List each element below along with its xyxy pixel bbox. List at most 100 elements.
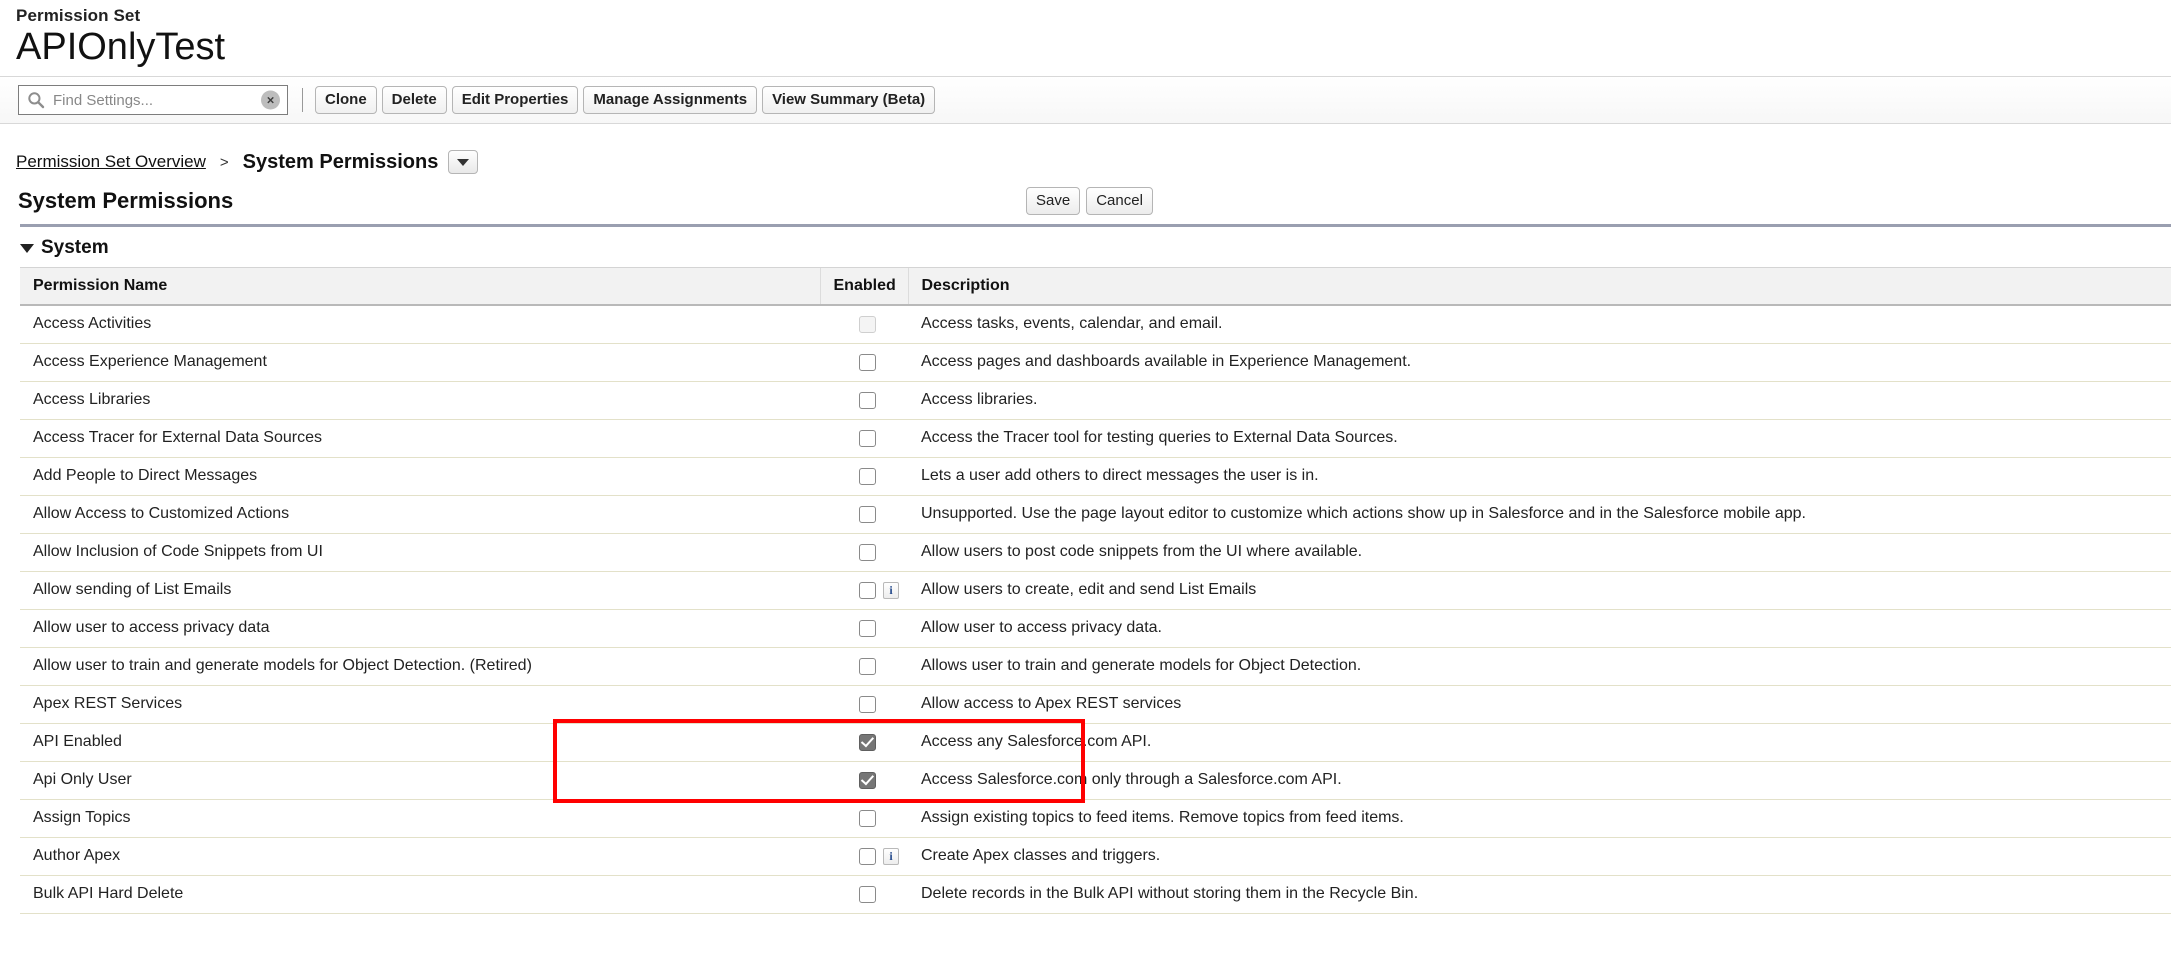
triangle-down-icon[interactable]: [20, 243, 34, 253]
group-label: System: [41, 237, 109, 258]
checkbox-group: [833, 695, 908, 713]
permission-name-cell: Apex REST Services: [20, 685, 820, 724]
enabled-cell: [820, 419, 908, 458]
description-cell: Unsupported. Use the page layout editor …: [908, 495, 2171, 534]
col-permission-name: Permission Name: [20, 267, 820, 306]
description-cell: Allow users to post code snippets from t…: [908, 533, 2171, 572]
permission-checkbox[interactable]: [859, 847, 876, 865]
info-icon[interactable]: i: [883, 581, 899, 599]
table-head: Permission Name Enabled Description: [20, 267, 2171, 306]
permission-checkbox[interactable]: [859, 543, 876, 561]
table-row: Allow user to access privacy data Allow u…: [20, 609, 2171, 648]
description-cell: Access pages and dashboards available in…: [908, 343, 2171, 382]
description-cell: Access libraries.: [908, 381, 2171, 420]
table-row: Access Tracer for External Data Sources A…: [20, 419, 2171, 458]
permission-name-cell: Allow user to access privacy data: [20, 609, 820, 648]
checkbox-group: [833, 429, 908, 447]
checkbox-group: [833, 505, 908, 523]
enabled-cell: [820, 533, 908, 572]
enabled-cell: [820, 723, 908, 762]
permission-checkbox[interactable]: [859, 733, 876, 751]
breadcrumb-separator: >: [219, 153, 229, 171]
table-row: Access Experience Management Access pages…: [20, 343, 2171, 382]
enabled-cell: [820, 305, 908, 344]
permission-name-cell: API Enabled: [20, 723, 820, 762]
table-row: API Enabled Access any Salesforce.com API…: [20, 723, 2171, 762]
permission-name-cell: Author Apex: [20, 837, 820, 876]
description-cell: Allow user to access privacy data.: [908, 609, 2171, 648]
section-bar: System Permissions Save Cancel: [0, 180, 2171, 224]
enabled-cell: [820, 761, 908, 800]
clone-button[interactable]: Clone: [315, 86, 377, 114]
breadcrumb-current: System Permissions: [242, 150, 439, 173]
table-row: Allow Inclusion of Code Snippets from UI…: [20, 533, 2171, 572]
permission-name-cell: Allow user to train and generate models …: [20, 647, 820, 686]
permission-name-cell: Access Activities: [20, 305, 820, 344]
permission-checkbox[interactable]: [859, 353, 876, 371]
breadcrumb-dropdown-button[interactable]: [448, 150, 479, 174]
search-input[interactable]: [51, 90, 251, 110]
description-cell: Access the Tracer tool for testing queri…: [908, 419, 2171, 458]
description-cell: Access any Salesforce.com API.: [908, 723, 2171, 762]
clear-search-icon[interactable]: ×: [261, 90, 280, 110]
permission-name-cell: Access Experience Management: [20, 343, 820, 382]
enabled-cell: [820, 799, 908, 838]
page-title: APIOnlyTest: [16, 26, 226, 68]
permission-checkbox[interactable]: [859, 695, 876, 713]
checkbox-group: i: [833, 581, 908, 599]
enabled-cell: [820, 495, 908, 534]
checkbox-group: [833, 391, 908, 409]
save-button[interactable]: Save: [1026, 187, 1081, 215]
col-description: Description: [907, 267, 2171, 306]
permission-name-cell: Allow Access to Customized Actions: [20, 495, 820, 534]
table-row: Access Activities Access tasks, events, c…: [20, 305, 2171, 344]
permission-checkbox[interactable]: [859, 391, 876, 409]
permission-name-cell: Assign Topics: [20, 799, 820, 838]
breadcrumb-permission-set-overview[interactable]: Permission Set Overview: [16, 152, 206, 172]
permission-checkbox[interactable]: [859, 467, 876, 485]
toolbar: × Clone Delete Edit Properties Manage As…: [0, 76, 2171, 124]
enabled-cell: [820, 343, 908, 382]
permission-checkbox[interactable]: [859, 657, 876, 675]
checkbox-group: [833, 657, 908, 675]
checkbox-group: [833, 467, 908, 485]
table-row: Api Only User Access Salesforce.com only …: [20, 761, 2171, 800]
permission-checkbox[interactable]: [859, 619, 876, 637]
view-summary-beta-button[interactable]: View Summary (Beta): [762, 86, 936, 114]
description-cell: Assign existing topics to feed items. Re…: [908, 799, 2171, 838]
permissions-table: Permission Name Enabled Description Acce…: [20, 267, 2171, 914]
description-cell: Access Salesforce.com only through a Sal…: [908, 761, 2171, 800]
description-cell: Allow users to create, edit and send Lis…: [908, 571, 2171, 610]
delete-button[interactable]: Delete: [381, 86, 447, 114]
description-cell: Delete records in the Bulk API without s…: [908, 875, 2171, 914]
checkbox-group: [833, 885, 908, 903]
table-body: Access Activities Access tasks, events, c…: [20, 305, 2171, 914]
table-row: Bulk API Hard Delete Delete records in th…: [20, 875, 2171, 914]
group-system[interactable]: System: [0, 227, 2171, 267]
col-enabled: Enabled: [819, 267, 908, 306]
permission-checkbox[interactable]: [859, 429, 876, 447]
permission-checkbox[interactable]: [859, 885, 876, 903]
table-row: Assign Topics Assign existing topics to f…: [20, 799, 2171, 838]
checkbox-group: [833, 809, 908, 827]
checkbox-group: [833, 353, 908, 371]
enabled-cell: [820, 381, 908, 420]
info-icon[interactable]: i: [883, 847, 899, 865]
cancel-button[interactable]: Cancel: [1086, 187, 1153, 215]
enabled-cell: [820, 457, 908, 496]
description-cell: Allows user to train and generate models…: [908, 647, 2171, 686]
edit-properties-button[interactable]: Edit Properties: [451, 86, 579, 114]
permission-checkbox[interactable]: [859, 809, 876, 827]
permission-name-cell: Bulk API Hard Delete: [20, 875, 820, 914]
find-settings-box[interactable]: ×: [18, 85, 288, 115]
checkbox-group: [833, 315, 908, 333]
permission-checkbox[interactable]: [859, 771, 876, 789]
table-row: Allow sending of List Emails i Allow users…: [20, 571, 2171, 610]
table-row: Author Apex i Create Apex classes and trig…: [20, 837, 2171, 876]
table-row: Allow Access to Customized Actions Unsupp…: [20, 495, 2171, 534]
permission-checkbox[interactable]: [859, 581, 876, 599]
section-actions: Save Cancel: [1020, 187, 1153, 215]
permission-checkbox[interactable]: [859, 505, 876, 523]
permission-checkbox: [859, 315, 876, 333]
manage-assignments-button[interactable]: Manage Assignments: [583, 86, 758, 114]
